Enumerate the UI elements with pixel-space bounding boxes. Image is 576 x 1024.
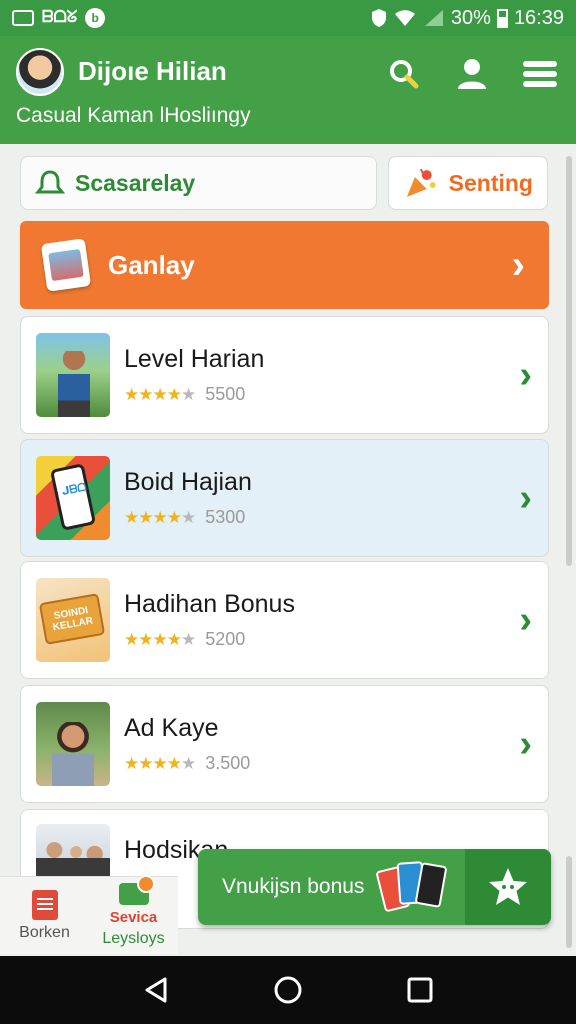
list-item[interactable]: Level Harian ★★★★★ 5500 › [20, 316, 549, 434]
item-title: Hadihan Bonus [124, 590, 295, 618]
avatar[interactable] [16, 48, 64, 96]
photo-icon [40, 238, 92, 292]
page-subtitle: Casual Kaman lHosliıngy [16, 104, 251, 127]
list-item[interactable]: ᒍᗷᗝ Boid Hajian ★★★★★ 5300 › [20, 439, 549, 557]
battery-percent: 30% [450, 6, 491, 29]
tab-badge-label: Sevica [109, 909, 158, 926]
recents-button[interactable] [398, 968, 442, 1012]
list-item[interactable]: Ad Kaye ★★★★★ 3.500 › [20, 685, 549, 803]
party-icon [406, 168, 436, 197]
shop-icon [118, 875, 155, 905]
chevron-right-icon: › [519, 723, 532, 765]
chevron-right-icon: › [519, 599, 532, 641]
cards-icon [375, 858, 448, 916]
item-thumbnail [36, 702, 110, 786]
bonus-label: Vnukijsn bonus [222, 875, 365, 898]
item-thumbnail [36, 333, 110, 417]
battery-icon [496, 8, 508, 28]
home-button[interactable] [266, 968, 310, 1012]
rating-stars: ★★★★★ [124, 629, 196, 649]
star-icon [489, 868, 527, 905]
chip-label: Scasarelay [75, 169, 196, 196]
screen-icon [12, 10, 34, 26]
item-points: 5500 [205, 384, 246, 404]
page-title: Dijoıe Hilian [78, 56, 227, 86]
rating-stars: ★★★★★ [124, 507, 196, 527]
item-title: Boid Hajian [124, 468, 252, 496]
banner-label: Ganlay [108, 249, 195, 280]
signal-icon [424, 10, 443, 26]
home-icon [274, 976, 302, 1004]
item-points: 5300 [205, 507, 246, 527]
document-icon [31, 889, 58, 920]
search-button[interactable] [386, 56, 422, 92]
bottom-tabs: Borken Sevica Leysloys [0, 875, 178, 954]
item-title: Level Harian [124, 345, 265, 373]
wifi-icon [394, 10, 415, 26]
back-button[interactable] [134, 968, 178, 1012]
list-item[interactable]: SOINDI KELLAR Hadihan Bonus ★★★★★ 5200 › [20, 561, 549, 679]
tab-label: Borken [19, 923, 70, 941]
search-icon [390, 60, 419, 89]
chevron-right-icon: › [519, 477, 532, 519]
tab-label: Leysloys [102, 930, 165, 947]
tab-borken[interactable]: Borken [0, 877, 89, 954]
app-header: Dijoıe Hilian Casual Kaman lHosliıngy [0, 36, 576, 144]
carrier-label: ᗷᗝᘜ [42, 9, 78, 26]
chip-label: Senting [448, 169, 533, 196]
senting-chip[interactable]: Senting [388, 156, 548, 210]
shield-icon [371, 9, 386, 27]
menu-button[interactable] [522, 56, 558, 92]
item-thumbnail: SOINDI KELLAR [36, 578, 110, 662]
chevron-right-icon: › [511, 243, 525, 287]
bell-icon [35, 170, 65, 194]
scrollbar[interactable] [566, 156, 572, 566]
favorite-button[interactable] [465, 849, 551, 925]
back-icon [145, 977, 167, 1003]
bonus-button[interactable]: Vnukijsn bonus [198, 849, 551, 925]
item-thumbnail [36, 824, 110, 880]
recents-icon [407, 977, 433, 1003]
clock: 16:39 [513, 6, 564, 29]
rating-stars: ★★★★★ [124, 753, 196, 773]
chevron-right-icon: › [519, 354, 532, 396]
item-thumbnail: ᒍᗷᗝ [36, 456, 110, 540]
item-points: 3.500 [205, 753, 251, 773]
tab-leysloys[interactable]: Sevica Leysloys [89, 875, 178, 954]
menu-icon [523, 61, 557, 87]
item-points: 5200 [205, 629, 246, 649]
status-bar: ᗷᗝᘜ b 30% 16:39 [0, 0, 576, 36]
system-nav-bar [0, 956, 576, 1024]
scasarelay-chip[interactable]: Scasarelay [20, 156, 377, 210]
rating-stars: ★★★★★ [124, 384, 196, 404]
scrollbar-thumb[interactable] [566, 856, 572, 948]
ganlay-banner[interactable]: Ganlay › [20, 221, 549, 309]
item-title: Ad Kaye [124, 714, 219, 742]
profile-button[interactable] [454, 56, 490, 92]
notification-icon: b [85, 8, 106, 28]
profile-icon [458, 59, 486, 89]
